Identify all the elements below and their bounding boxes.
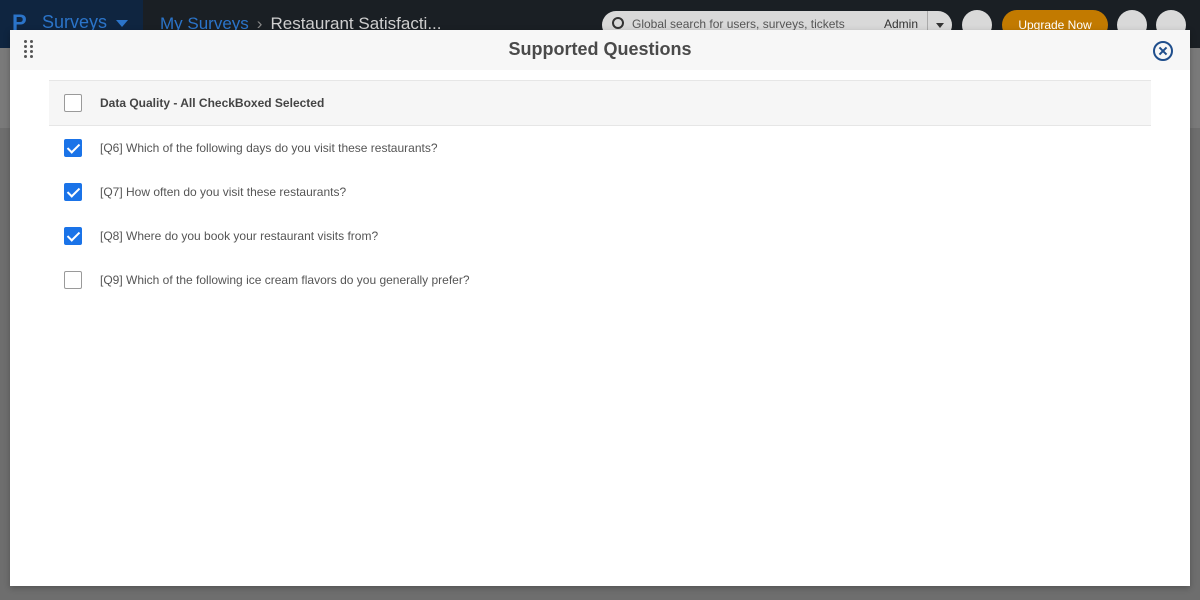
question-label: [Q7] How often do you visit these restau…: [100, 185, 347, 199]
select-all-row[interactable]: Data Quality - All CheckBoxed Selected: [49, 80, 1151, 126]
question-checkbox[interactable]: [64, 183, 82, 201]
question-checkbox[interactable]: [64, 227, 82, 245]
question-label: [Q9] Which of the following ice cream fl…: [100, 273, 470, 287]
modal-header: Supported Questions: [10, 30, 1190, 70]
list-item[interactable]: [Q9] Which of the following ice cream fl…: [49, 258, 1151, 302]
question-label: [Q6] Which of the following days do you …: [100, 141, 438, 155]
list-item[interactable]: [Q8] Where do you book your restaurant v…: [49, 214, 1151, 258]
list-item[interactable]: [Q7] How often do you visit these restau…: [49, 170, 1151, 214]
search-input[interactable]: Global search for users, surveys, ticket…: [632, 17, 845, 31]
question-label: [Q8] Where do you book your restaurant v…: [100, 229, 379, 243]
select-all-label: Data Quality - All CheckBoxed Selected: [100, 96, 325, 110]
search-icon: [612, 17, 624, 29]
question-checkbox[interactable]: [64, 139, 82, 157]
list-item[interactable]: [Q6] Which of the following days do you …: [49, 126, 1151, 170]
question-checkbox[interactable]: [64, 271, 82, 289]
modal-title: Supported Questions: [508, 39, 692, 59]
close-icon[interactable]: [1153, 41, 1173, 61]
chevron-down-icon: [116, 20, 128, 27]
select-all-checkbox[interactable]: [64, 94, 82, 112]
supported-questions-modal: Supported Questions Data Quality - All C…: [10, 30, 1190, 586]
search-scope-label: Admin: [884, 17, 919, 31]
question-list: Data Quality - All CheckBoxed Selected […: [49, 80, 1151, 302]
